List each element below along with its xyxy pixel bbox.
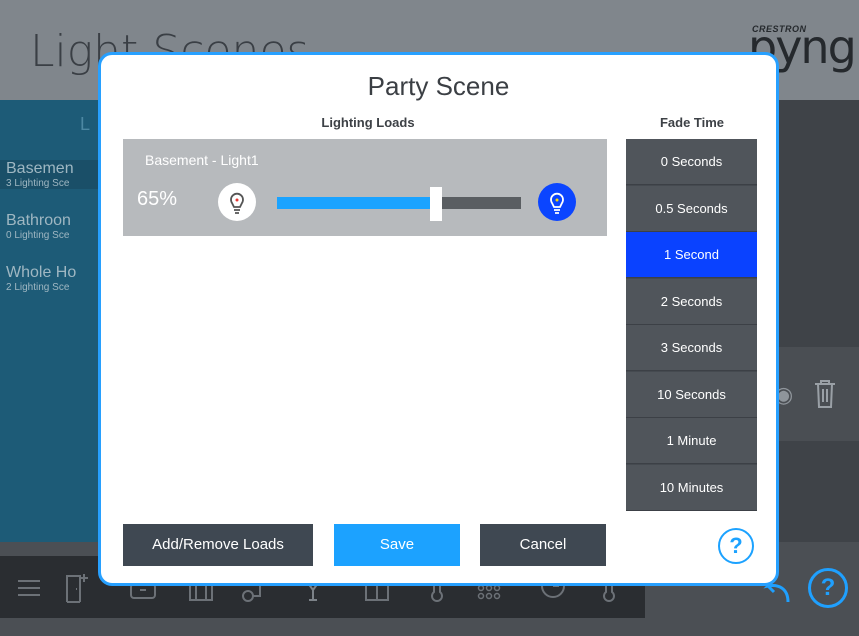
load-name: Basement - Light1 [145,152,259,168]
save-button[interactable]: Save [334,524,460,566]
fade-option[interactable]: 10 Minutes [626,464,757,511]
help-icon[interactable]: ? [808,568,848,608]
help-icon[interactable]: ? [718,528,754,564]
fade-option[interactable]: 0 Seconds [626,139,757,185]
room-scene-count: 2 Lighting Sce [6,282,70,293]
dialog-title: Party Scene [367,71,510,101]
room-list-item[interactable]: Bathroon 0 Lighting Sce [6,212,71,241]
fade-time-list: 0 Seconds 0.5 Seconds 1 Second 2 Seconds 3 S… [626,139,757,511]
fade-option[interactable]: 2 Seconds [626,278,757,325]
light-off-button[interactable] [218,183,256,221]
brightness-slider[interactable] [277,187,521,221]
lighting-load-row: Basement - Light1 65% [123,139,607,236]
light-on-button[interactable] [538,183,576,221]
add-remove-loads-button[interactable]: Add/Remove Loads [123,524,313,566]
add-room-icon[interactable] [62,572,92,604]
load-level-text: 65% [137,188,178,210]
fade-option[interactable]: 10 Seconds [626,371,757,418]
fade-option[interactable]: 1 Second [626,232,757,278]
lighting-loads-header: Lighting Loads [321,115,415,130]
room-name: Bathroon [6,212,71,229]
slider-thumb[interactable] [429,187,442,221]
cancel-button[interactable]: Cancel [480,524,606,566]
room-list-item[interactable]: Whole Ho 2 Lighting Sce [6,264,76,293]
trash-icon[interactable] [812,378,838,410]
slider-fill [277,197,436,209]
menu-icon[interactable] [14,572,44,604]
fade-option[interactable]: 3 Seconds [626,325,757,371]
scene-detail-panel [776,100,859,542]
lightbulb-off-icon [230,192,244,214]
screen: Light Scenes CRESTRON pyng L Basemen 3 L… [0,0,859,636]
room-scene-count: 3 Lighting Sce [6,178,70,189]
fade-option[interactable]: 1 Minute [626,418,757,464]
room-list-header: L [80,114,91,134]
fade-option[interactable]: 0.5 Seconds [626,185,757,232]
fade-time-header: Fade Time [659,115,725,130]
lightbulb-on-icon [550,192,564,214]
room-name: Whole Ho [6,264,77,281]
room-list-item[interactable]: Basemen 3 Lighting Sce [0,160,100,189]
room-name: Basemen [6,160,74,177]
room-scene-count: 0 Lighting Sce [6,230,70,241]
party-scene-dialog: Party Scene Lighting Loads Fade Time Bas… [98,52,779,586]
